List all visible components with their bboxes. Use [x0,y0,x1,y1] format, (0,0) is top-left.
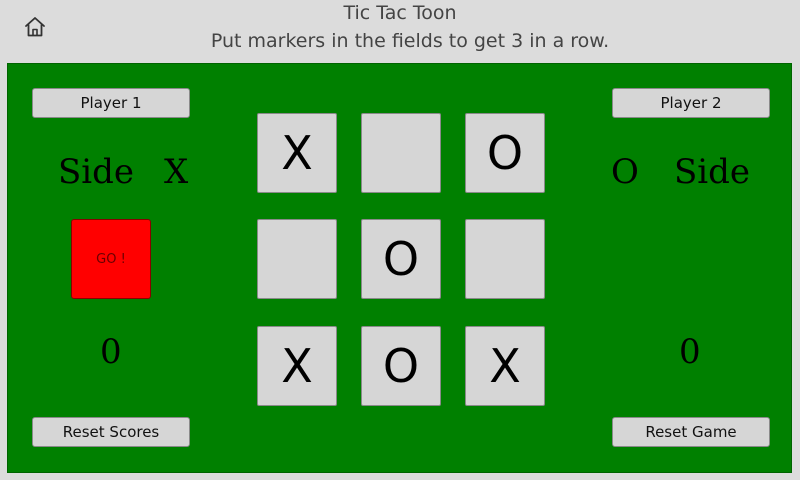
board-cell-9[interactable]: X [465,326,545,406]
board-cell-8[interactable]: O [361,326,441,406]
board-cell-1[interactable]: X [257,113,337,193]
reset-game-button[interactable]: Reset Game [612,417,770,447]
board-cell-2[interactable] [361,113,441,193]
player2-side-label: Side [674,152,751,192]
page-title: Tic Tac Toon [343,2,457,24]
board-cell-7[interactable]: X [257,326,337,406]
page-subtitle: Put markers in the fields to get 3 in a … [210,30,610,52]
board-cell-3[interactable]: O [465,113,545,193]
player1-button[interactable]: Player 1 [32,88,190,118]
player2-marker: O [611,152,639,192]
go-button[interactable]: GO ! [71,219,151,299]
player2-score: 0 [679,332,701,372]
board-cell-6[interactable] [465,219,545,299]
header: Tic Tac Toon Put markers in the fields t… [0,0,800,62]
app-window: Tic Tac Toon Put markers in the fields t… [0,0,800,480]
player2-button[interactable]: Player 2 [612,88,770,118]
reset-scores-button[interactable]: Reset Scores [32,417,190,447]
player1-marker: X [164,152,189,192]
board-cell-5[interactable]: O [361,219,441,299]
player1-score: 0 [100,332,122,372]
board-cell-4[interactable] [257,219,337,299]
player1-side-label: Side [58,152,135,192]
